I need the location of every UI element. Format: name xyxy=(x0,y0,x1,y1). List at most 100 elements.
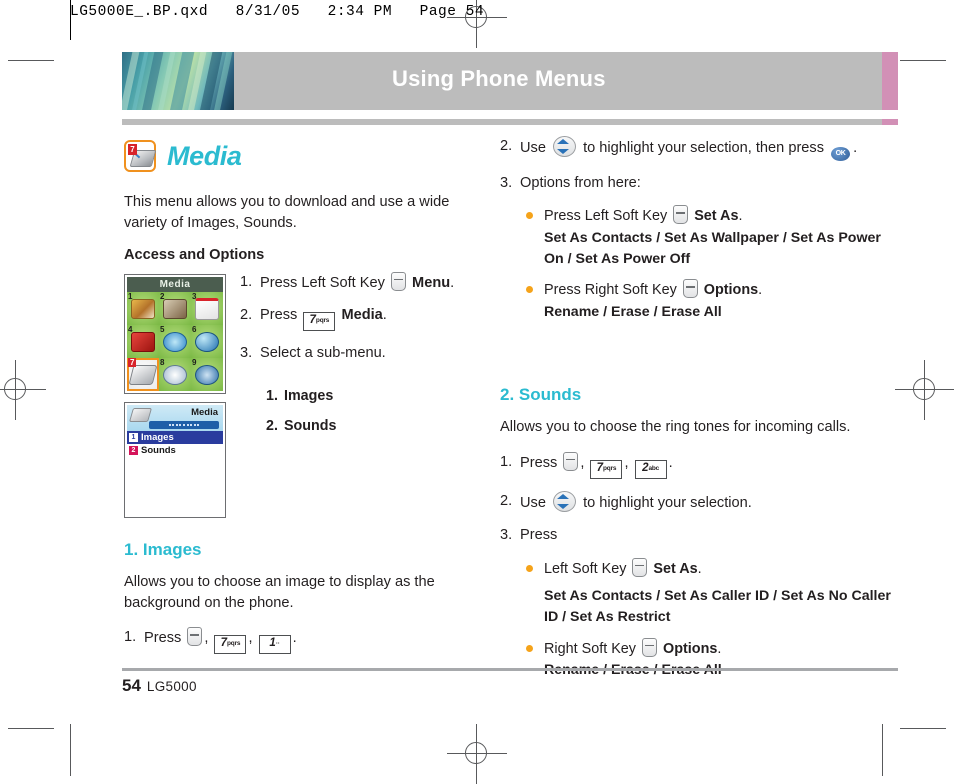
bullet-text: Right Soft Key xyxy=(544,640,636,657)
grid-cell-swirl: 5 xyxy=(159,325,191,358)
step-text: Press xyxy=(260,307,298,324)
soft-key-icon xyxy=(673,205,689,225)
images-step-2: 2. Use to highlight your selection, then… xyxy=(500,136,900,161)
list-item-sounds[interactable]: 2 Sounds xyxy=(127,444,223,457)
grid-screen-title: Media xyxy=(127,277,223,292)
navigation-key-icon xyxy=(553,490,577,512)
key-7-icon: 7pqrs xyxy=(214,635,247,655)
soft-key-icon xyxy=(390,272,406,291)
trim-mark-top-left xyxy=(8,60,54,62)
grid-cell-photos: 1 xyxy=(127,292,159,325)
grid-cell-number: 9 xyxy=(192,358,197,367)
clock-icon xyxy=(163,365,187,386)
key-7-icon: 7pqrs xyxy=(303,312,336,332)
grid-cell-number: 1 xyxy=(128,292,133,301)
grid-menu: 1 2 3 4 5 6 7 8 9 xyxy=(127,292,223,391)
step-tail: . xyxy=(450,275,455,291)
registration-mark-left xyxy=(0,360,46,420)
page-banner: Using Phone Menus xyxy=(122,52,898,110)
step-number: 2. xyxy=(240,307,253,324)
trim-mark-bottom-left xyxy=(8,728,54,730)
media-title: Media xyxy=(167,140,242,171)
sounds-option-options: Right Soft Key Options. Rename / Erase /… xyxy=(526,637,900,681)
step-number: 2. xyxy=(500,492,513,509)
step-text: Press xyxy=(520,527,558,544)
swirl-icon xyxy=(163,332,187,353)
sub-menu-number: 2. xyxy=(266,417,278,434)
grid-cell-number: 7 xyxy=(128,358,137,367)
step-text: to highlight your selection, then press xyxy=(583,140,825,156)
banner-photo xyxy=(122,52,234,110)
page-footer: 54 LG5000 xyxy=(122,676,197,696)
step-tail: . xyxy=(668,454,673,471)
bullet-detail: Set As Contacts / Set As Wallpaper / Set… xyxy=(544,230,881,267)
key-1-icon: 1·· xyxy=(258,635,291,655)
bullet-text: Left Soft Key xyxy=(544,560,627,577)
step-tail: . xyxy=(292,630,297,647)
media-intro: This menu allows you to download and use… xyxy=(124,194,450,231)
step-number: 3. xyxy=(500,527,513,544)
sounds-step-1: 1. Press , 7pqrs, 2abc. xyxy=(500,451,900,479)
list-item-index: 1 xyxy=(129,433,138,442)
images-section: 1. Images Allows you to choose an image … xyxy=(124,540,474,666)
sounds-description: Allows you to choose the ring tones for … xyxy=(500,418,851,435)
images-option-set-as: Press Left Soft Key Set As. Set As Conta… xyxy=(526,205,900,269)
grid-cell-media: 7 xyxy=(127,358,159,391)
page-title: Using Phone Menus xyxy=(392,66,606,91)
right-column: 2. Use to highlight your selection, then… xyxy=(500,136,900,691)
step-text: Options from here: xyxy=(520,175,641,191)
sub-menu-label: Images xyxy=(284,387,334,404)
grid-cell-number: 5 xyxy=(160,325,165,334)
images-step-3: 3. Options from here: xyxy=(500,173,900,193)
book-name: LG5000 xyxy=(146,679,197,694)
bullet-emphasis: Options xyxy=(703,282,759,299)
banner-rule-tab xyxy=(882,119,898,125)
registration-mark-bottom xyxy=(447,724,507,784)
grid-cell-number: 3 xyxy=(192,292,197,301)
bullet-emphasis: Options xyxy=(663,640,718,657)
sub-menu-number: 1. xyxy=(266,387,278,404)
step-text: Use xyxy=(520,494,546,511)
bullet-emphasis: Set As xyxy=(694,208,739,225)
list-screen-title: Media xyxy=(191,407,218,418)
grid-cell-notepad: 3 xyxy=(191,292,223,325)
images-description: Allows you to choose an image to display… xyxy=(124,574,435,611)
step-text: Use xyxy=(520,140,546,156)
sub-menu-item-sounds: 2. Sounds xyxy=(266,418,490,434)
step-text: Press Left Soft Key xyxy=(260,275,385,291)
access-step-1: 1. Press Left Soft Key Menu. xyxy=(240,272,490,293)
grid-cell-globe: 6 xyxy=(191,325,223,358)
phone-screen-grid: Media 1 2 3 4 5 6 7 8 9 xyxy=(124,274,226,394)
step-number: 3. xyxy=(500,175,513,191)
access-and-options-heading: Access and Options xyxy=(124,247,265,264)
book-icon xyxy=(163,299,187,320)
prepress-slug: LG5000E_.BP.qxd 8/31/05 2:34 PM Page 54 xyxy=(70,4,485,20)
banner-edge-tab xyxy=(882,52,898,110)
banner-rule xyxy=(122,119,882,125)
access-step-3: 3. Select a sub-menu. xyxy=(240,343,490,363)
step-number: 1. xyxy=(240,274,253,290)
grid-cell-number: 6 xyxy=(192,325,197,334)
list-item-label: Images xyxy=(141,432,174,443)
soft-key-icon xyxy=(563,451,579,471)
step-text: Select a sub-menu. xyxy=(260,345,386,362)
bullet-tail: . xyxy=(758,282,763,299)
step-number: 1. xyxy=(500,453,513,470)
grid-cell-settings: 9 xyxy=(191,358,223,391)
sub-menu-item-images: 1. Images xyxy=(266,388,490,404)
images-heading: 1. Images xyxy=(124,540,202,559)
footer-rule xyxy=(122,668,898,671)
globe-icon xyxy=(195,332,219,353)
soft-key-icon xyxy=(632,557,648,577)
media-disc-icon xyxy=(128,365,158,386)
phone-screen-list: Media 1 Images 2 Sounds xyxy=(124,402,226,518)
mailbox-icon xyxy=(131,332,155,353)
sounds-step-2: 2. Use to highlight your selection. xyxy=(500,490,900,513)
trim-mark-bottom-right xyxy=(900,728,946,730)
bullet-emphasis: Set As xyxy=(653,560,698,577)
step-tail: . xyxy=(382,307,387,324)
list-item-images[interactable]: 1 Images xyxy=(127,431,223,444)
step-emphasis: Media xyxy=(341,307,383,324)
key-7-icon: 7pqrs xyxy=(590,459,623,479)
step-emphasis: Menu xyxy=(412,275,451,291)
